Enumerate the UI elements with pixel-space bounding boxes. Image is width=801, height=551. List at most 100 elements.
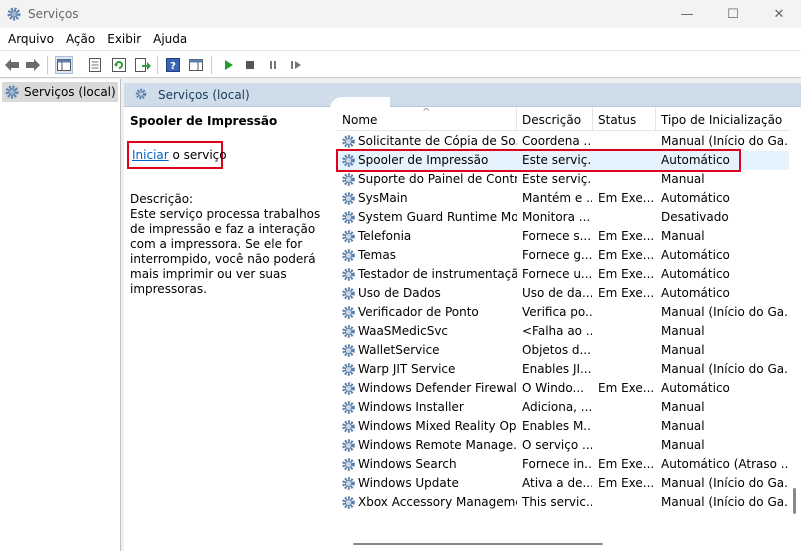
service-gear-icon <box>342 458 355 471</box>
service-status-cell: Em Exe... <box>598 457 655 471</box>
service-description-cell: Fornece g... <box>522 248 592 262</box>
column-header-name[interactable]: ^ Nome <box>337 108 517 131</box>
refresh-icon[interactable] <box>110 56 128 74</box>
table-row[interactable]: Suporte do Painel de Contr... Este serviç… <box>337 170 789 189</box>
maximize-button[interactable]: ☐ <box>710 0 756 28</box>
service-status-cell <box>598 493 656 512</box>
service-startup-cell: Automático <box>661 153 730 167</box>
panel-header: Serviços (local) <box>124 83 801 109</box>
service-description-cell: Uso de da... <box>522 286 592 300</box>
service-name: Temas <box>358 248 396 262</box>
menu-exibir[interactable]: Exibir <box>101 28 147 50</box>
description-text: Este serviço processa trabalhos de impre… <box>130 207 321 296</box>
table-row[interactable]: SysMain Mantém e ... Em Exe... Automático <box>337 189 789 208</box>
service-name: Spooler de Impressão <box>358 153 489 167</box>
service-name: Verificador de Ponto <box>358 305 479 319</box>
service-gear-icon <box>342 192 355 205</box>
service-name: Windows Remote Manage... <box>358 438 517 452</box>
service-name-cell: System Guard Runtime Mo... <box>339 208 517 227</box>
service-status-cell <box>598 303 656 322</box>
service-name: Telefonia <box>358 229 412 243</box>
service-gear-icon <box>342 211 355 224</box>
service-name-cell: WalletService <box>339 341 517 360</box>
horizontal-scrollbar[interactable] <box>337 538 789 550</box>
table-row[interactable]: Uso de Dados Uso de da... Em Exe... Automát… <box>337 284 789 303</box>
console-tree-icon[interactable] <box>55 56 73 74</box>
service-name-cell: Spooler de Impressão <box>339 151 517 170</box>
pause-service-icon[interactable] <box>264 56 282 74</box>
table-row[interactable]: WaaSMedicSvc <Falha ao ... Manual <box>337 322 789 341</box>
table-row[interactable]: Windows Update Ativa a de... Em Exe... Manu… <box>337 474 789 493</box>
table-row[interactable]: Testador de instrumentação... Fornece u..… <box>337 265 789 284</box>
tree-item-services-local[interactable]: Serviços (local) <box>2 82 118 102</box>
service-gear-icon <box>342 420 355 433</box>
table-row[interactable]: Spooler de Impressão Este serviç... Automá… <box>337 151 789 170</box>
menu-acao[interactable]: Ação <box>60 28 101 50</box>
service-description-cell: O serviço ... <box>522 438 592 452</box>
table-row[interactable]: Warp JIT Service Enables JI... Manual (Iní… <box>337 360 789 379</box>
table-row[interactable]: Xbox Accessory Manageme... This servic...… <box>337 493 789 512</box>
toolbar-separator <box>211 56 212 74</box>
toolbar: ? <box>0 50 801 78</box>
service-status-cell: Em Exe... <box>598 286 655 300</box>
export-list-icon[interactable] <box>134 56 152 74</box>
service-startup-cell: Automático (Atraso ... <box>661 457 789 471</box>
service-startup-cell: Manual <box>661 324 705 338</box>
table-row[interactable]: System Guard Runtime Mo... Monitora ... De… <box>337 208 789 227</box>
close-button[interactable]: ✕ <box>756 0 801 28</box>
table-row[interactable]: Windows Mixed Reality Op... Enables M... M… <box>337 417 789 436</box>
service-gear-icon <box>342 135 355 148</box>
title-bar: Serviços — ☐ ✕ <box>0 0 801 28</box>
vertical-scroll-thumb[interactable] <box>793 488 796 514</box>
service-name-cell: Testador de instrumentação... <box>339 265 517 284</box>
service-name-cell: Temas <box>339 246 517 265</box>
panel-title: Serviços (local) <box>158 88 250 102</box>
restart-service-icon[interactable] <box>287 56 305 74</box>
service-name: Solicitante de Cópia de So... <box>358 134 517 148</box>
table-row[interactable]: Windows Remote Manage... O serviço ... Man… <box>337 436 789 455</box>
table-row[interactable]: Verificador de Ponto Verifica po... Manual… <box>337 303 789 322</box>
column-header-description[interactable]: Descrição <box>517 108 593 131</box>
help-icon[interactable]: ? <box>164 56 182 74</box>
service-name-cell: Solicitante de Cópia de So... <box>339 132 517 151</box>
column-label: Nome <box>342 113 378 127</box>
start-service-icon[interactable] <box>219 56 237 74</box>
column-header-startup-type[interactable]: Tipo de Inicialização <box>656 108 789 131</box>
menu-arquivo[interactable]: Arquivo <box>2 28 60 50</box>
service-name-cell: Suporte do Painel de Contr... <box>339 170 517 189</box>
table-row[interactable]: Windows Search Fornece in... Em Exe... Auto… <box>337 455 789 474</box>
start-service-link[interactable]: Iniciar <box>132 148 169 162</box>
service-startup-cell: Manual (Início do Ga... <box>661 495 789 509</box>
table-row[interactable]: Temas Fornece g... Em Exe... Automático <box>337 246 789 265</box>
table-row[interactable]: Solicitante de Cópia de So... Coordena ..… <box>337 132 789 151</box>
description-pane: Spooler de Impressão Iniciar o serviço D… <box>124 108 334 551</box>
action-pane-icon[interactable] <box>187 56 205 74</box>
forward-arrow-icon[interactable] <box>24 56 42 74</box>
service-gear-icon <box>342 306 355 319</box>
menu-bar: Arquivo Ação Exibir Ajuda <box>0 28 801 50</box>
service-name: Testador de instrumentação... <box>358 267 517 281</box>
stop-service-icon[interactable] <box>241 56 259 74</box>
minimize-button[interactable]: — <box>664 0 710 28</box>
service-gear-icon <box>342 363 355 376</box>
service-name-cell: Windows Update <box>339 474 517 493</box>
service-description-cell: Adiciona, ... <box>522 400 592 414</box>
service-name: Windows Defender Firewall <box>358 381 517 395</box>
vertical-scrollbar[interactable] <box>789 108 801 551</box>
back-arrow-icon[interactable] <box>3 56 21 74</box>
horizontal-scroll-thumb[interactable] <box>353 543 603 545</box>
table-row[interactable]: Windows Defender Firewall O Windo... Em Ex… <box>337 379 789 398</box>
menu-ajuda[interactable]: Ajuda <box>147 28 193 50</box>
table-row[interactable]: WalletService Objetos d... Manual <box>337 341 789 360</box>
service-name-cell: SysMain <box>339 189 517 208</box>
service-name-cell: Warp JIT Service <box>339 360 517 379</box>
properties-icon[interactable] <box>86 56 104 74</box>
service-name: WalletService <box>358 343 440 357</box>
table-row[interactable]: Windows Installer Adiciona, ... Manual <box>337 398 789 417</box>
service-status-cell <box>598 322 656 341</box>
table-row[interactable]: Telefonia Fornece s... Em Exe... Manual <box>337 227 789 246</box>
service-name: Windows Update <box>358 476 459 490</box>
services-table: ^ Nome Descrição Status Tipo de Iniciali… <box>337 108 789 551</box>
column-header-status[interactable]: Status <box>593 108 656 131</box>
service-name-cell: Verificador de Ponto <box>339 303 517 322</box>
